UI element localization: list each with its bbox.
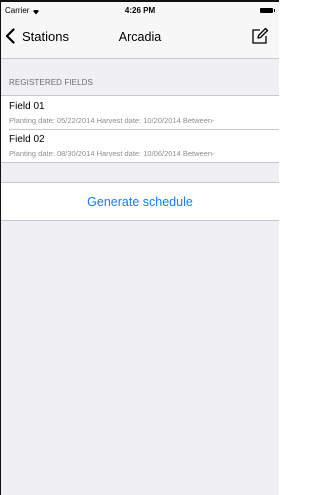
fields-list: Field 01 Planting date: 05/22/2014 Harve…	[1, 95, 279, 163]
page-title: Arcadia	[118, 30, 162, 44]
main-content: REGISTERED FIELDS Field 01 Planting date…	[1, 59, 279, 495]
compose-icon	[252, 27, 269, 44]
generate-schedule-button[interactable]: Generate schedule	[1, 182, 279, 221]
field-name: Field 02	[9, 134, 45, 145]
compose-button[interactable]	[251, 27, 269, 45]
field-details: Planting date: 08/30/2014 Harvest date: …	[9, 149, 215, 158]
section-header: REGISTERED FIELDS	[9, 78, 93, 87]
status-time: 4:26 PM	[124, 6, 156, 15]
field-details: Planting date: 05/22/2014 Harvest date: …	[9, 116, 215, 125]
field-name: Field 01	[9, 101, 45, 112]
battery-icon	[260, 8, 275, 13]
navigation-bar: Stations Arcadia	[1, 20, 279, 59]
list-item[interactable]: Field 02 Planting date: 08/30/2014 Harve…	[1, 129, 279, 162]
status-bar: Carrier 4:26 PM	[1, 2, 279, 20]
app-screen: Carrier 4:26 PM Stations Arcadia REGISTE…	[0, 0, 279, 495]
list-item[interactable]: Field 01 Planting date: 05/22/2014 Harve…	[1, 96, 279, 129]
